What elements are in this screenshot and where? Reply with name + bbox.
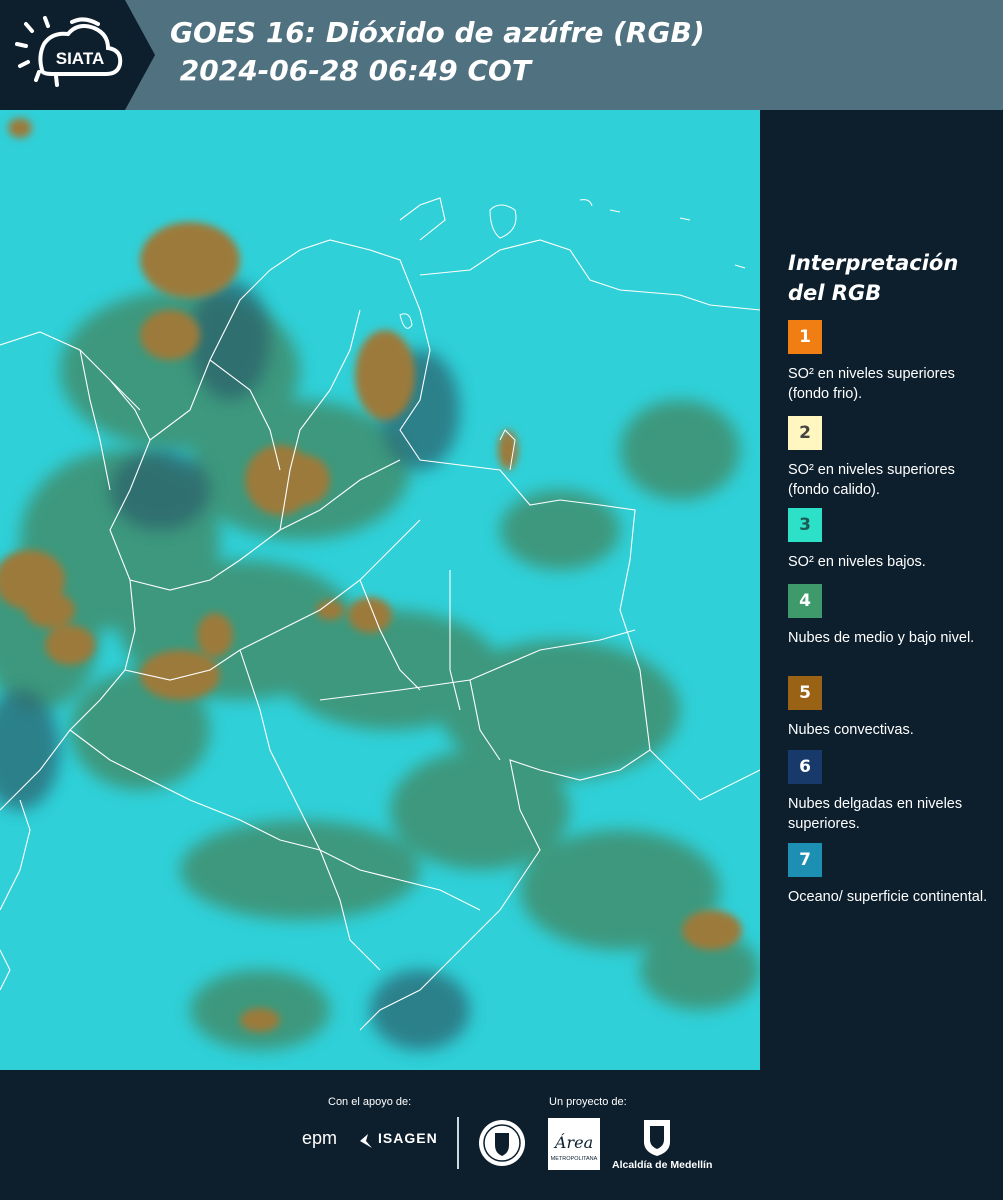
legend-swatch-7: 7 — [788, 843, 822, 877]
legend-number-3: 3 — [799, 515, 811, 535]
footer-divider — [457, 1117, 459, 1169]
header-bar: SIATA GOES 16: Dióxido de azúfre (RGB) 2… — [0, 0, 1003, 110]
legend-text-7: Oceano/ superficie continental. — [788, 889, 988, 905]
satellite-image — [0, 110, 760, 1070]
medellin-seal-icon — [479, 1120, 525, 1166]
area-logo-subtext: METROPOLITANA — [551, 1156, 598, 1162]
legend-swatch-5: 5 — [788, 676, 822, 710]
legend-text-4: Nubes de medio y bajo nivel. — [788, 630, 975, 646]
legend-text-2: SO² en niveles superiores (fondo calido)… — [788, 462, 955, 498]
legend-number-4: 4 — [799, 591, 811, 611]
legend-text-6: Nubes delgadas en niveles superiores. — [788, 796, 963, 832]
page-title: GOES 16: Dióxido de azúfre (RGB) 2024-06… — [170, 14, 705, 90]
legend-panel: Interpretación del RGB 1 SO² en niveles … — [770, 110, 1003, 1070]
legend-text-3: SO² en niveles bajos. — [788, 554, 926, 570]
siata-logo-icon: SIATA — [15, 16, 123, 87]
footer: Con el apoyo de: Un proyecto de: epm ISA… — [0, 1070, 1003, 1200]
legend-text-1: SO² en niveles superiores (fondo frio). — [788, 366, 955, 402]
area-metropolitana-logo: Área METROPOLITANA — [548, 1118, 600, 1170]
isagen-mark-icon — [360, 1134, 372, 1148]
legend-swatch-3: 3 — [788, 508, 822, 542]
epm-logo: epm — [302, 1128, 338, 1148]
title-line-2: 2024-06-28 06:49 COT — [170, 54, 531, 87]
siata-logo: SIATA — [0, 0, 155, 110]
siata-logo-text: SIATA — [56, 49, 104, 68]
project-label: Un proyecto de: — [549, 1096, 627, 1108]
legend-number-1: 1 — [799, 327, 811, 347]
legend-number-5: 5 — [799, 683, 811, 703]
legend-item-5: 5 Nubes convectivas. — [788, 676, 988, 740]
legend-text-5: Nubes convectivas. — [788, 722, 914, 738]
title-line-1: GOES 16: Dióxido de azúfre (RGB) — [170, 16, 705, 49]
legend-item-1: 1 SO² en niveles superiores (fondo frio)… — [788, 320, 988, 404]
legend-number-7: 7 — [799, 850, 811, 870]
alcaldia-shield-icon — [644, 1120, 670, 1156]
legend-item-3: 3 SO² en niveles bajos. — [788, 508, 988, 572]
satellite-map — [0, 110, 760, 1070]
legend-number-6: 6 — [799, 757, 811, 777]
legend-swatch-2: 2 — [788, 416, 822, 450]
isagen-logo: ISAGEN — [378, 1130, 438, 1146]
legend-number-2: 2 — [799, 423, 811, 443]
alcaldia-logo-text: Alcaldía de Medellín — [612, 1159, 713, 1171]
legend-swatch-4: 4 — [788, 584, 822, 618]
legend-swatch-1: 1 — [788, 320, 822, 354]
legend-swatch-6: 6 — [788, 750, 822, 784]
support-label: Con el apoyo de: — [328, 1096, 412, 1108]
legend-item-6: 6 Nubes delgadas en niveles superiores. — [788, 750, 988, 834]
area-logo-text: Área — [553, 1132, 593, 1152]
legend-item-4: 4 Nubes de medio y bajo nivel. — [788, 584, 988, 648]
legend-item-7: 7 Oceano/ superficie continental. — [788, 843, 988, 907]
legend-title: Interpretación del RGB — [788, 251, 959, 305]
legend-item-2: 2 SO² en niveles superiores (fondo calid… — [788, 416, 988, 500]
